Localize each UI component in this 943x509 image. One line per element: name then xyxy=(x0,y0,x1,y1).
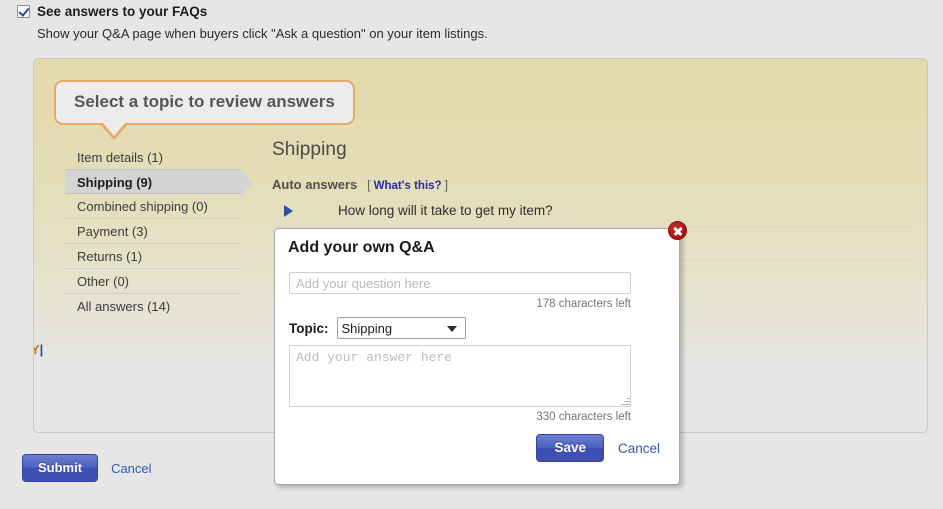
bracket-close: ] xyxy=(444,180,448,192)
expand-triangle-icon[interactable] xyxy=(284,204,293,217)
page-title: Shipping xyxy=(272,139,347,160)
bracket-open: [ xyxy=(367,180,371,192)
topic-select[interactable]: Shipping xyxy=(336,317,466,339)
auto-answers-label: Auto answers xyxy=(272,177,358,192)
modal-title: Add your own Q&A xyxy=(288,239,435,256)
callout-tail-inner xyxy=(102,122,126,136)
topic-label: Returns (1) xyxy=(77,249,143,264)
sidebar-item-other[interactable]: Other (0) xyxy=(65,269,240,294)
question-input[interactable] xyxy=(289,272,631,294)
topic-label: Combined shipping (0) xyxy=(77,199,208,214)
see-answers-label: See answers to your FAQs xyxy=(37,4,208,19)
whats-this-link[interactable]: What's this? xyxy=(374,180,442,192)
cancel-link[interactable]: Cancel xyxy=(111,461,151,476)
faq-checkbox-row[interactable]: See answers to your FAQs xyxy=(0,0,943,19)
sidebar-item-combined-shipping[interactable]: Combined shipping (0) xyxy=(65,194,240,219)
sidebar-item-payment[interactable]: Payment (3) xyxy=(65,219,240,244)
obscured-text-fragment: Y| xyxy=(34,342,44,357)
close-circle-icon[interactable] xyxy=(668,221,687,240)
question-text: How long will it take to get my item? xyxy=(338,203,553,218)
sidebar-item-item-details[interactable]: Item details (1) xyxy=(65,145,240,170)
sidebar-item-all-answers[interactable]: All answers (14) xyxy=(65,294,240,319)
callout-text: Select a topic to review answers xyxy=(74,92,335,111)
topic-label: Other (0) xyxy=(77,274,130,289)
answer-textarea[interactable] xyxy=(289,345,631,407)
select-topic-callout: Select a topic to review answers xyxy=(54,80,355,140)
question-row[interactable]: How long will it take to get my item? xyxy=(272,203,913,227)
topic-label: Item details (1) xyxy=(77,150,163,165)
topic-label: Shipping (9) xyxy=(77,175,153,190)
peek-part-2: | xyxy=(39,342,44,357)
callout-wrapper: Select a topic to review answers xyxy=(54,80,355,140)
faq-settings-header: See answers to your FAQs Show your Q&A p… xyxy=(0,0,943,41)
sidebar-item-shipping[interactable]: Shipping (9) xyxy=(65,169,253,197)
topic-sidebar: Item details (1) Shipping (9) Combined s… xyxy=(65,145,253,319)
whats-this-wrapper: [ What's this? ] xyxy=(367,180,448,192)
submit-button[interactable]: Submit xyxy=(22,454,99,482)
answer-char-counter: 330 characters left xyxy=(536,411,631,423)
faq-description: Show your Q&A page when buyers click "As… xyxy=(37,26,488,41)
auto-answers-row: Auto answers [ What's this? ] xyxy=(272,177,913,192)
modal-cancel-link[interactable]: Cancel xyxy=(618,441,660,456)
form-actions: Submit Cancel xyxy=(22,454,152,482)
peek-part-1: Y xyxy=(34,342,40,357)
save-button[interactable]: Save xyxy=(536,434,604,462)
topic-label: All answers (14) xyxy=(77,299,171,314)
modal-actions: Save Cancel xyxy=(536,434,660,462)
see-answers-checkbox[interactable] xyxy=(17,5,30,18)
sidebar-item-returns[interactable]: Returns (1) xyxy=(65,244,240,269)
topic-label: Payment (3) xyxy=(77,224,148,239)
topic-select-wrapper: Shipping xyxy=(336,317,466,339)
question-char-counter: 178 characters left xyxy=(536,298,631,310)
topic-select-row: Topic: Shipping xyxy=(289,317,466,339)
add-qa-modal: Add your own Q&A 178 characters left Top… xyxy=(274,221,687,485)
topic-select-label: Topic: xyxy=(289,320,329,336)
